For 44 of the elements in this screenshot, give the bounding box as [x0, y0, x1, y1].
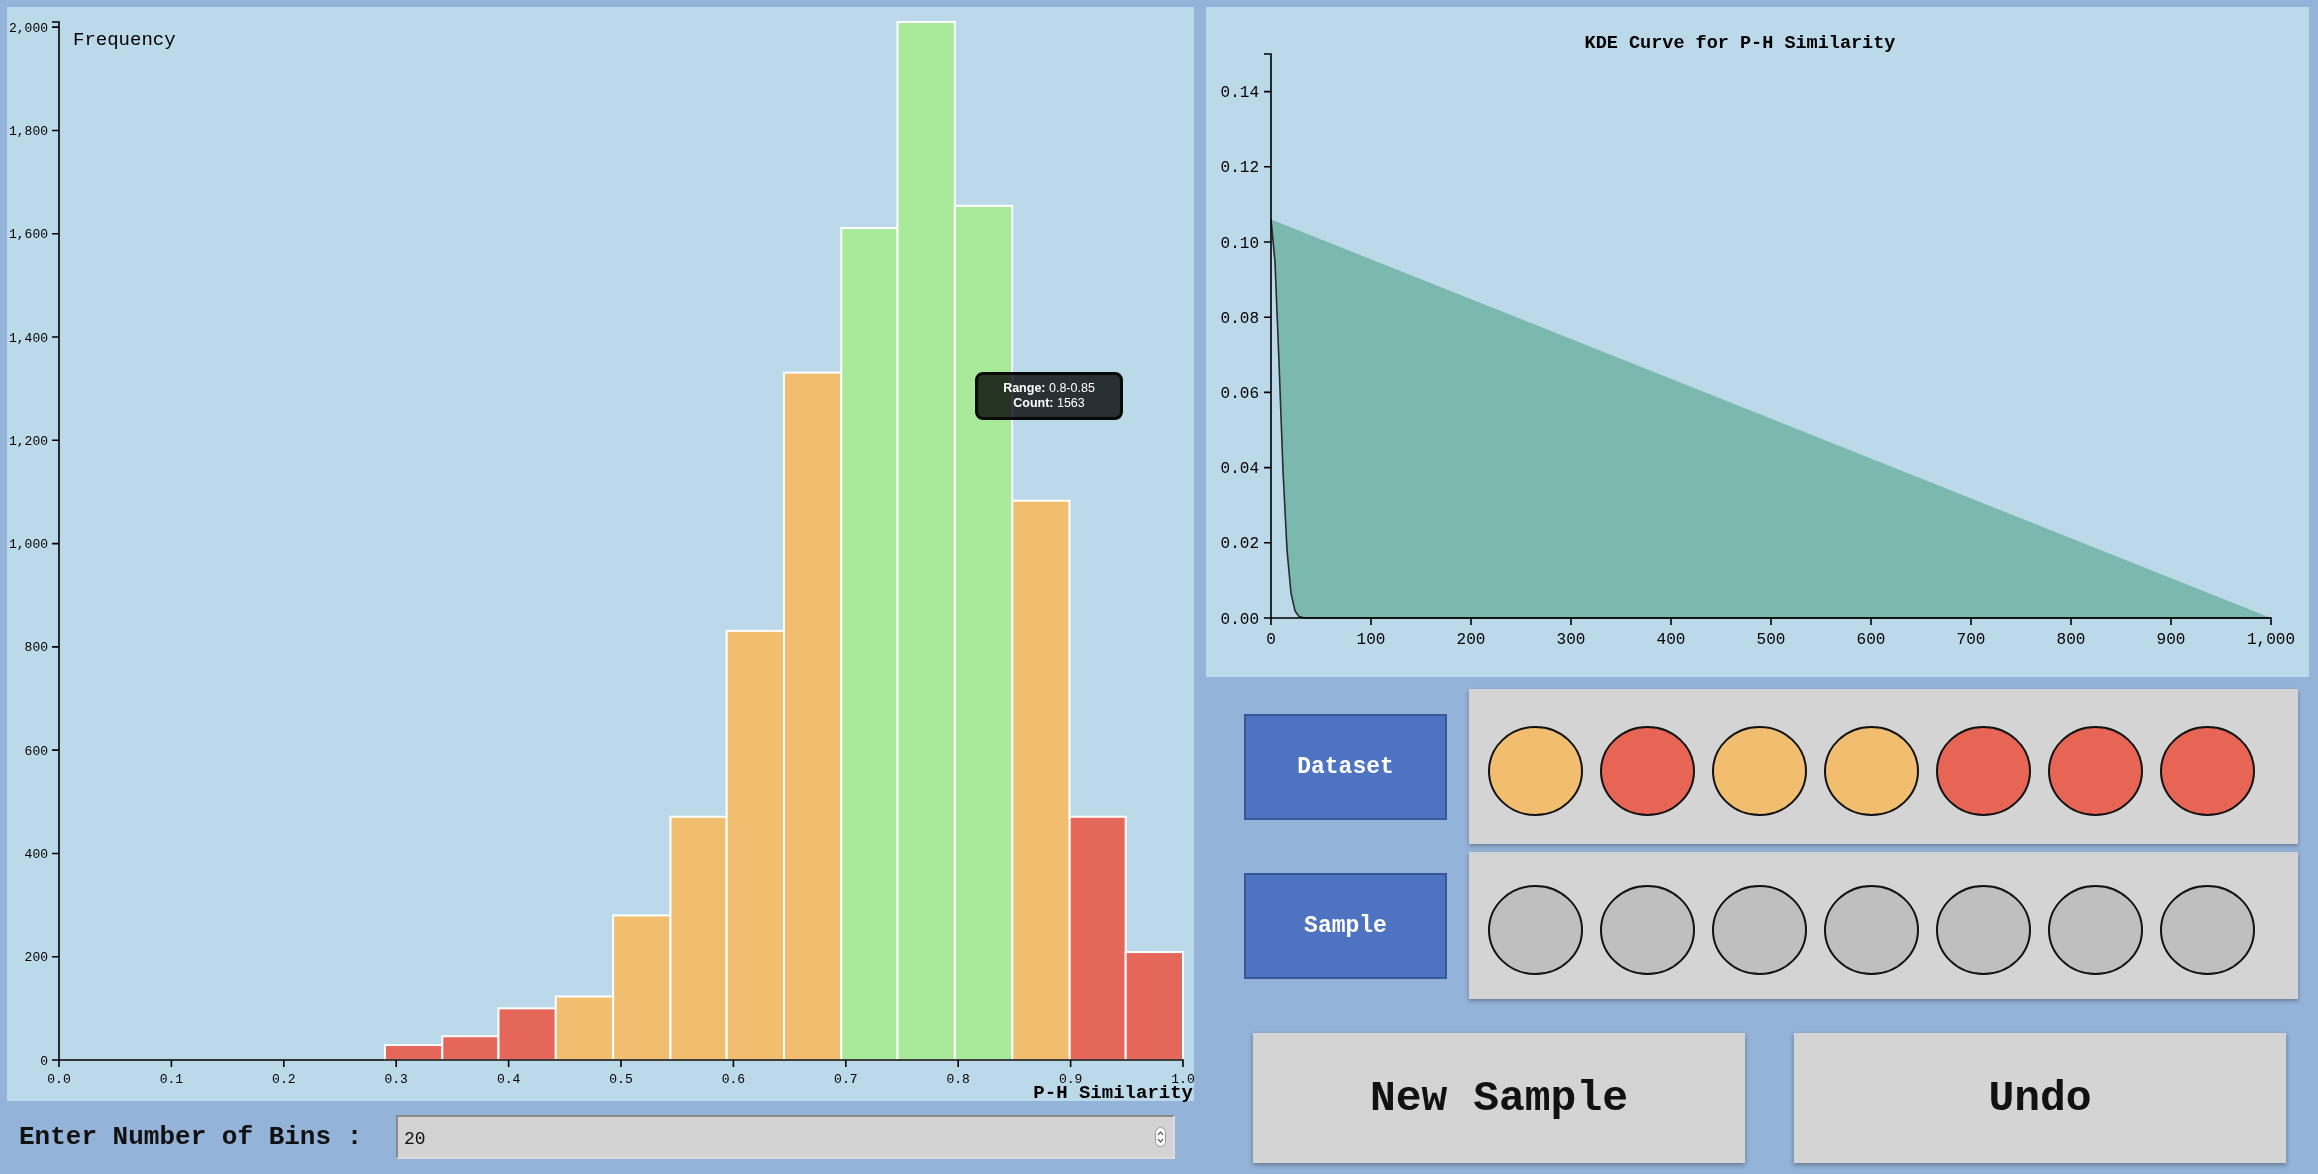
chart-title: KDE Curve for P-H Similarity: [1584, 33, 1896, 54]
tooltip-text: Count: 1563: [1013, 396, 1085, 412]
x-tick-label: 600: [1856, 631, 1886, 649]
x-tick-label: 700: [1956, 631, 1986, 649]
x-tick-label: 0.0: [47, 1072, 71, 1087]
bins-label: Enter Number of Bins :: [19, 1122, 364, 1152]
y-tick-label: 0.02: [1220, 535, 1259, 554]
y-tick-label: 200: [24, 950, 48, 966]
x-tick-label: 0.2: [272, 1072, 296, 1087]
y-tick-label: 600: [24, 743, 48, 759]
x-tick-label: 0.3: [384, 1072, 408, 1087]
x-tick-label: 0.1: [159, 1072, 184, 1087]
x-tick-label: 200: [1456, 631, 1486, 649]
x-tick-label: 0.5: [609, 1072, 633, 1087]
y-tick-label: 1,600: [9, 227, 48, 243]
x-tick-label: 0.4: [496, 1072, 521, 1087]
y-tick-label: 400: [24, 846, 48, 862]
y-tick-label: 800: [24, 640, 48, 656]
tooltip-text: Range: 0.8-0.85: [1003, 380, 1095, 396]
y-tick-label: 0.06: [1220, 384, 1259, 403]
y-tick-label: 0.14: [1220, 84, 1259, 103]
x-tick-label: 0.6: [721, 1072, 746, 1087]
x-tick-label: 0: [1266, 631, 1276, 649]
y-tick-label: 1,800: [9, 123, 48, 139]
y-tick-label: 1,200: [9, 433, 48, 449]
x-tick-label: 800: [2056, 631, 2086, 649]
y-tick-label: 1,000: [9, 537, 48, 553]
y-axis-title: Frequency: [73, 29, 176, 51]
x-tick-label: 400: [1656, 631, 1686, 649]
x-tick-label: 0.8: [946, 1072, 970, 1087]
x-tick-label: 900: [2156, 631, 2186, 649]
y-tick-label: 0.08: [1220, 309, 1259, 328]
y-tick-label: 2,000: [9, 20, 48, 36]
x-tick-label: 500: [1756, 631, 1786, 649]
y-tick-label: 1,400: [9, 330, 48, 346]
x-tick-label: 0.7: [834, 1072, 858, 1087]
x-tick-label: 1,000: [2247, 631, 2295, 649]
y-tick-label: 0: [40, 1053, 48, 1069]
x-tick-label: 300: [1556, 631, 1586, 649]
y-tick-label: 0.10: [1220, 234, 1259, 253]
y-tick-label: 0.12: [1220, 159, 1259, 178]
y-tick-label: 0.00: [1220, 610, 1259, 629]
y-tick-label: 0.04: [1220, 460, 1259, 479]
x-tick-label: 100: [1356, 631, 1386, 649]
